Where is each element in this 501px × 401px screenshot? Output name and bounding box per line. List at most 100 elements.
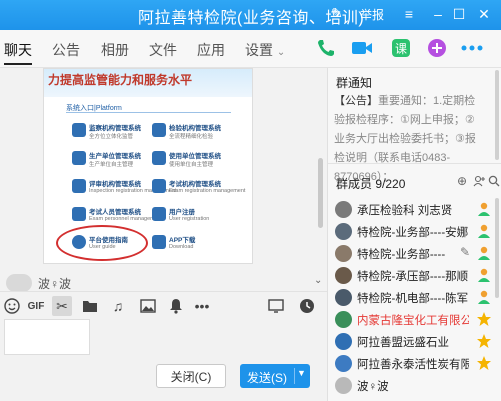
music-icon[interactable]: ♫	[108, 296, 128, 316]
image-system-item: 生产单位管理系统 生产单位自主管理	[72, 149, 150, 171]
avatar[interactable]	[335, 355, 352, 372]
member-row[interactable]: 波♀波	[328, 374, 501, 396]
avatar[interactable]	[335, 333, 352, 350]
maximize-icon[interactable]: ☐	[449, 3, 469, 25]
image-system-item: 考试机构管理系统 Exam registration management	[152, 177, 245, 199]
tab-notice[interactable]: 公告	[52, 40, 80, 60]
chevron-down-icon: ⌄	[276, 47, 286, 58]
notice-title: 群通知	[336, 76, 373, 90]
chat-scrollbar[interactable]	[318, 158, 323, 228]
avatar[interactable]	[335, 223, 352, 240]
folder-icon[interactable]	[80, 296, 100, 316]
system-icon	[152, 179, 166, 193]
message-sender-row: 波♀波 ⌄	[0, 273, 327, 292]
system-name: APP下载	[169, 237, 196, 244]
member-row[interactable]: 特检院-业务部---- ✎	[328, 242, 501, 264]
member-name: 特检院-业务部----	[357, 249, 446, 261]
chat-message-area[interactable]: 力提高监管能力和服务水平 系统入口|Platform 监察机构管理系统 全方位立体…	[0, 68, 327, 273]
system-name: 检验机构管理系统	[169, 125, 221, 132]
tab-apps[interactable]: 应用	[197, 40, 225, 60]
collapse-icon[interactable]: ⌄	[314, 275, 322, 286]
tab-files[interactable]: 文件	[149, 40, 177, 60]
system-subtitle: Exam registration management	[169, 188, 246, 194]
system-subtitle: 生产单位自主管理	[89, 162, 134, 168]
tab-chat[interactable]: 聊天	[4, 40, 32, 60]
tab-album[interactable]: 相册	[101, 40, 129, 60]
close-button[interactable]: 关闭(C)	[156, 364, 226, 388]
system-icon	[72, 179, 86, 193]
search-icon[interactable]	[486, 173, 501, 189]
member-row[interactable]: 特检院-机电部----陈军	[328, 286, 501, 308]
member-row[interactable]: 特检院-业务部----安娜	[328, 220, 501, 242]
member-row[interactable]: 内蒙古隆宝化工有限公司	[328, 308, 501, 330]
avatar[interactable]	[335, 245, 352, 262]
member-scrollbar[interactable]	[495, 198, 499, 298]
video-icon[interactable]	[350, 36, 374, 60]
svg-text:课: 课	[395, 42, 407, 56]
member-name: 承压检验科 刘志贤	[357, 205, 453, 217]
edit-icon[interactable]: ✎	[460, 245, 470, 259]
pasted-image-preview[interactable]	[4, 319, 90, 355]
input-toolbar: GIF ✂ ♫ •••	[0, 291, 327, 319]
history-clock-icon[interactable]	[297, 296, 317, 316]
member-chat-icon[interactable]: ⊕	[454, 173, 470, 189]
emoji-icon[interactable]	[2, 296, 22, 316]
avatar[interactable]	[335, 267, 352, 284]
minimize-icon[interactable]: –	[428, 3, 448, 25]
avatar[interactable]	[335, 311, 352, 328]
menu-icon[interactable]: ≡	[399, 3, 419, 25]
system-subtitle: 全方位立体化监管	[89, 134, 134, 140]
member-name: 波♀波	[357, 381, 389, 393]
admin-badge-icon	[476, 201, 492, 217]
notice-scrollbar[interactable]	[495, 70, 499, 160]
member-row[interactable]: 特检院-承压部----那顺	[328, 264, 501, 286]
plus-icon[interactable]	[425, 36, 449, 60]
admin-badge-icon	[476, 267, 492, 283]
system-subtitle: 使用单位自主管理	[169, 162, 214, 168]
more-tools-icon[interactable]: •••	[192, 296, 212, 316]
member-row[interactable]: 阿拉善盟远盛石业	[328, 330, 501, 352]
admin-badge-icon	[476, 223, 492, 239]
system-subtitle: Download	[169, 244, 194, 250]
image-system-item: 用户注册 User registration	[152, 205, 230, 227]
bell-icon[interactable]	[166, 296, 186, 316]
avatar[interactable]	[335, 289, 352, 306]
member-name: 特检院-业务部----安娜	[357, 227, 469, 239]
image-system-item: 评审机构管理系统 Inspection registration manageme…	[72, 177, 176, 199]
image-icon[interactable]	[138, 296, 158, 316]
chevron-down-icon[interactable]: ▼	[297, 368, 306, 378]
sender-name: 波♀波	[38, 277, 72, 291]
message-input-area[interactable]: 关闭(C) 发送(S) ▼	[0, 319, 327, 401]
image-system-item: 检验机构管理系统 全流程精细化检验	[152, 121, 230, 143]
avatar[interactable]	[335, 201, 352, 218]
scissors-icon[interactable]: ✂	[52, 296, 72, 316]
system-name: 生产单位管理系统	[89, 153, 141, 160]
system-subtitle: User registration	[169, 216, 210, 222]
star-badge-icon	[476, 355, 492, 371]
panel-divider	[328, 163, 501, 164]
send-button[interactable]: 发送(S) ▼	[240, 364, 310, 388]
system-subtitle: 全流程精细化检验	[169, 134, 214, 140]
shared-screenshot-image[interactable]: 力提高监管能力和服务水平 系统入口|Platform 监察机构管理系统 全方位立体…	[43, 68, 253, 264]
member-row[interactable]: 承压检验科 刘志贤	[328, 198, 501, 220]
add-member-icon[interactable]	[471, 173, 487, 189]
avatar[interactable]	[6, 274, 32, 292]
classroom-icon[interactable]: 课	[389, 36, 413, 60]
close-icon[interactable]: ✕	[474, 3, 494, 25]
member-name: 特检院-机电部----陈军	[357, 293, 469, 305]
avatar[interactable]	[335, 377, 352, 394]
tab-settings[interactable]: 设置 ⌄	[245, 40, 285, 60]
more-icon[interactable]	[460, 36, 484, 60]
edit-title-icon[interactable]: ✎	[331, 5, 343, 22]
screen-share-icon[interactable]	[266, 296, 286, 316]
member-row[interactable]: 阿拉善永泰活性炭有限公司	[328, 352, 501, 374]
system-icon	[152, 123, 166, 137]
image-banner-text: 力提高监管能力和服务水平	[48, 73, 193, 87]
image-system-item: 考试人员管理系统 Exam personnel management	[72, 205, 162, 227]
system-name: 考试机构管理系统	[169, 181, 221, 188]
members-title: 群成员 9/220	[336, 177, 406, 191]
report-link[interactable]: 举报	[360, 6, 384, 23]
gif-icon[interactable]: GIF	[26, 296, 46, 316]
system-name: 监察机构管理系统	[89, 125, 141, 132]
phone-icon[interactable]	[314, 36, 338, 60]
